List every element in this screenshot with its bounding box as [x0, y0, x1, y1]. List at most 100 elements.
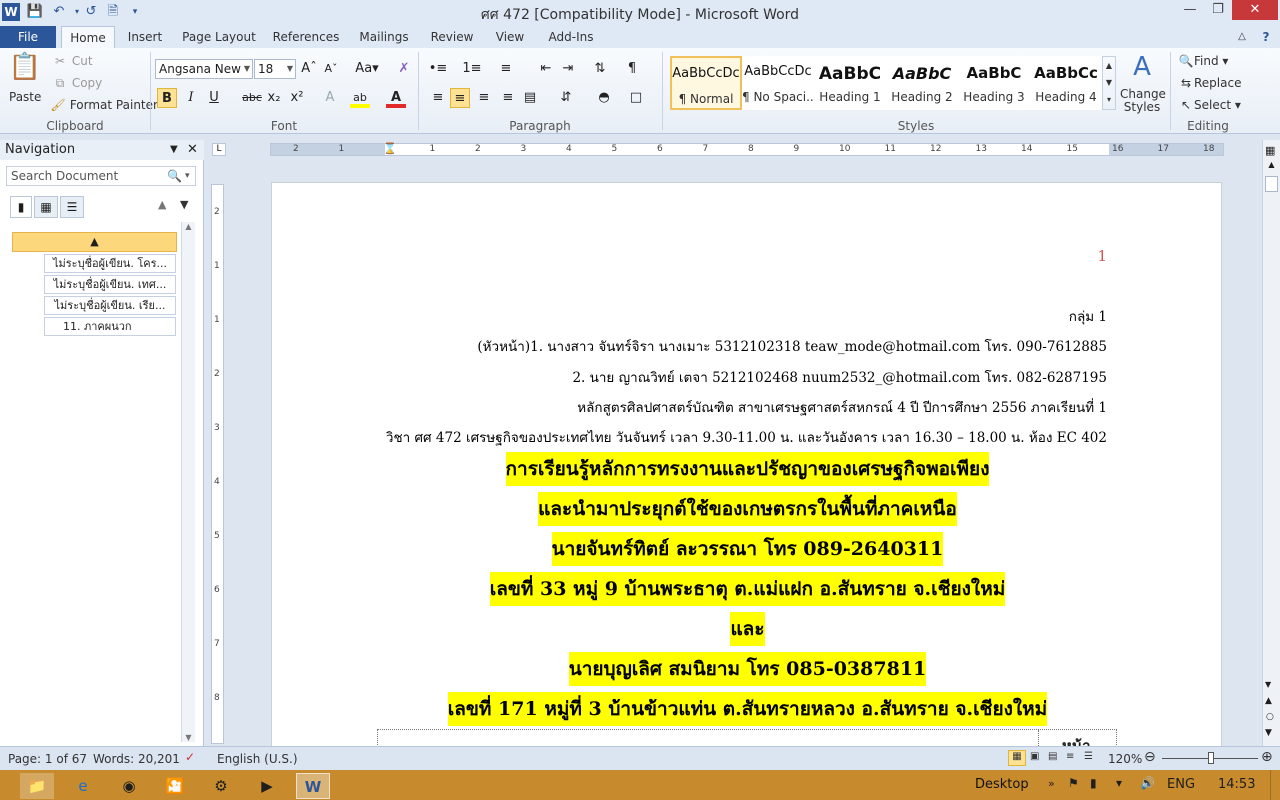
draft-view-icon[interactable]: ☰	[1084, 751, 1093, 762]
show-desktop-button[interactable]	[1270, 770, 1280, 800]
tab-home[interactable]: Home	[61, 26, 115, 49]
sort-icon[interactable]: ⇅	[590, 59, 610, 79]
previous-heading-icon[interactable]: ▲	[158, 198, 166, 211]
change-case-icon[interactable]: Aa▾	[354, 59, 380, 79]
show-formatting-marks-icon[interactable]: ¶	[622, 59, 642, 79]
close-icon[interactable]: ✕	[1232, 0, 1278, 20]
find-button[interactable]: 🔍Find ▾	[1178, 54, 1229, 68]
increase-indent-icon[interactable]: ⇥	[558, 59, 578, 79]
zoom-level[interactable]: 120%	[1108, 752, 1142, 766]
language-status[interactable]: English (U.S.)	[217, 752, 298, 766]
decrease-indent-icon[interactable]: ⇤	[536, 59, 556, 79]
browse-results-icon[interactable]: ☰	[60, 196, 84, 218]
action-center-icon[interactable]: ⚑	[1068, 776, 1079, 790]
search-document-input[interactable]: Search Document 🔍 ▾	[6, 166, 196, 186]
strikethrough-button[interactable]: abc	[240, 88, 264, 108]
nav-scroll-up-icon[interactable]: ▲	[182, 222, 195, 231]
web-layout-view-icon[interactable]: ▤	[1048, 751, 1057, 762]
word-count-status[interactable]: Words: 20,201	[93, 752, 180, 766]
search-icon[interactable]: 🔍	[167, 167, 182, 185]
highlight-color-icon[interactable]: ab	[350, 88, 370, 108]
word-taskbar-icon[interactable]: W	[296, 773, 330, 799]
scroll-thumb[interactable]	[1265, 176, 1278, 192]
line-spacing-icon[interactable]: ⇵	[556, 88, 576, 108]
tab-review[interactable]: Review	[424, 26, 480, 48]
nav-close-icon[interactable]: ✕	[187, 140, 198, 160]
full-screen-view-icon[interactable]: ▣	[1030, 751, 1039, 762]
zoom-out-icon[interactable]: ⊖	[1144, 749, 1156, 765]
zoom-slider-thumb[interactable]	[1208, 752, 1214, 764]
bold-button[interactable]: B	[157, 88, 177, 108]
style-heading-1[interactable]: AaBbC Heading 1	[814, 56, 886, 110]
internet-explorer-icon[interactable]: e	[66, 773, 100, 799]
style-heading-4[interactable]: AaBbCc Heading 4	[1030, 56, 1102, 110]
help-icon[interactable]: ?	[1256, 26, 1276, 48]
borders-icon[interactable]: □	[626, 88, 646, 108]
zoom-in-icon[interactable]: ⊕	[1261, 749, 1273, 765]
grow-font-icon[interactable]: Aˆ	[299, 59, 319, 79]
restore-icon[interactable]: ❐	[1204, 0, 1232, 20]
chrome-icon[interactable]: ◉	[112, 773, 146, 799]
browse-headings-icon[interactable]: ▮	[10, 196, 32, 218]
document-scrollbar[interactable]: ▦ ▲ ▼ ▲ ○ ▼	[1262, 140, 1280, 746]
style-heading-3[interactable]: AaBbC Heading 3	[958, 56, 1030, 110]
nav-heading-item[interactable]: ไม่ระบุชื่อผู้เขียน. โคร...	[44, 254, 176, 273]
select-button[interactable]: ↖ Select ▾	[1178, 98, 1241, 112]
replace-button[interactable]: ⇆ Replace	[1178, 76, 1242, 90]
nav-options-icon[interactable]: ▼	[170, 140, 178, 160]
tab-references[interactable]: References	[268, 26, 344, 48]
cut-button[interactable]: ✂ Cut	[52, 54, 93, 68]
font-color-icon[interactable]: A	[386, 88, 406, 108]
superscript-button[interactable]: x²	[287, 88, 307, 108]
document-page[interactable]: 1 กลุ่ม 1 (หัวหน้า)1. นางสาว จันทร์จิรา …	[271, 182, 1222, 762]
tab-mailings[interactable]: Mailings	[352, 26, 416, 48]
nav-scrollbar[interactable]: ▲ ▼	[181, 222, 195, 742]
minimize-ribbon-icon[interactable]: △	[1232, 26, 1252, 48]
browse-object-icon[interactable]: ○	[1266, 712, 1274, 722]
tab-selector-icon[interactable]: L	[212, 143, 226, 156]
scroll-up-icon[interactable]: ▲	[1265, 160, 1278, 172]
proofing-icon[interactable]: ✓	[185, 750, 195, 764]
collapse-all-icon[interactable]: ▲	[12, 232, 177, 252]
app-icon[interactable]: ⚙	[204, 773, 238, 799]
copy-button[interactable]: ⧉ Copy	[52, 76, 103, 91]
file-explorer-icon[interactable]: 📁	[20, 773, 54, 799]
print-layout-view-icon[interactable]: ▦	[1008, 750, 1026, 766]
justify-icon[interactable]: ≡	[498, 88, 518, 108]
font-name-combo[interactable]: Angsana New ▼	[155, 59, 253, 79]
volume-icon[interactable]: 🔊	[1140, 776, 1155, 790]
nav-heading-item[interactable]: 11. ภาคผนวก	[44, 317, 176, 336]
underline-button[interactable]: U	[204, 88, 224, 108]
shading-icon[interactable]: ◓	[594, 88, 614, 108]
nav-scroll-down-icon[interactable]: ▼	[182, 733, 195, 742]
media-app-icon[interactable]: 🎦	[158, 773, 192, 799]
horizontal-ruler[interactable]: ⌛ 2 1 1 2 3 4 5 6 7 8 9 10 11 12 13 14 15 16 17 18	[270, 142, 1224, 156]
next-page-icon[interactable]: ▼	[1265, 728, 1272, 738]
clock[interactable]: 14:53	[1218, 777, 1255, 792]
italic-button[interactable]: I	[181, 88, 201, 108]
style-normal[interactable]: AaBbCcDc ¶ Normal	[670, 56, 742, 110]
bullets-icon[interactable]: •≡	[428, 59, 448, 79]
shrink-font-icon[interactable]: Aˇ	[321, 59, 341, 79]
text-effects-icon[interactable]: A	[320, 88, 340, 108]
subscript-button[interactable]: x₂	[264, 88, 284, 108]
style-heading-2[interactable]: AaBbC Heading 2	[886, 56, 958, 110]
distributed-icon[interactable]: ▤	[520, 88, 540, 108]
outline-view-icon[interactable]: ≡	[1066, 751, 1074, 762]
multilevel-list-icon[interactable]: ≡	[496, 59, 516, 79]
tab-view[interactable]: View	[488, 26, 532, 48]
change-styles-icon[interactable]: A	[1124, 52, 1160, 82]
format-painter-button[interactable]: 🖌 Format Painter	[50, 98, 158, 112]
minimize-icon[interactable]: —	[1176, 0, 1204, 20]
paste-button[interactable]: Paste	[9, 90, 41, 104]
browse-pages-icon[interactable]: ▦	[34, 196, 58, 218]
view-ruler-icon[interactable]: ▦	[1265, 144, 1275, 157]
indent-marker-icon[interactable]: ⌛	[383, 142, 397, 155]
change-styles-button[interactable]: Change Styles	[1120, 88, 1166, 114]
scroll-down-icon[interactable]: ▼	[1265, 680, 1271, 689]
desktop-toolbar[interactable]: Desktop	[975, 777, 1029, 792]
style-no-spacing[interactable]: AaBbCcDc ¶ No Spaci...	[742, 56, 818, 110]
nav-heading-item[interactable]: ไม่ระบุชื่อผู้เขียน. เทศ...	[44, 275, 176, 294]
search-dropdown-icon[interactable]: ▾	[185, 167, 190, 185]
vertical-ruler[interactable]: 2 1 1 2 3 4 5 6 7 8	[211, 184, 224, 744]
